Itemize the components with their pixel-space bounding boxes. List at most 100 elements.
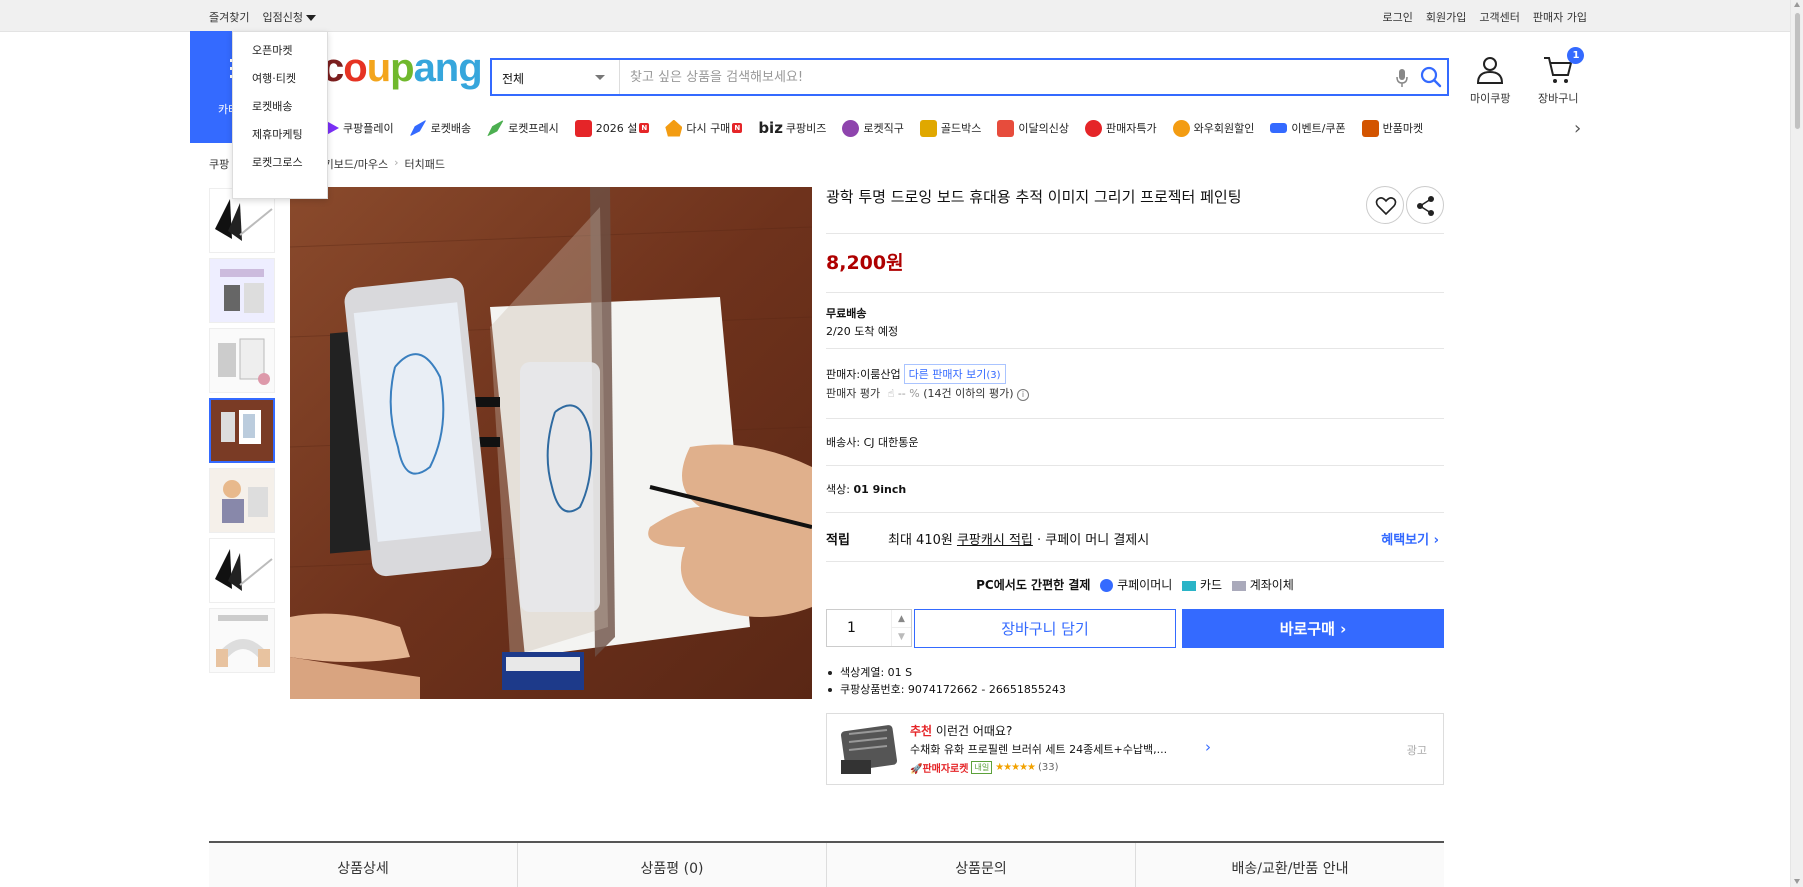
page-scrollbar[interactable]	[1790, 0, 1803, 887]
nav-label: 와우회원할인	[1193, 122, 1255, 135]
info-icon[interactable]: i	[1017, 389, 1029, 401]
scroll-down-icon[interactable]	[1794, 879, 1800, 884]
thumbnail-selected[interactable]	[209, 398, 275, 463]
payment-intro: PC에서도 간편한 결제	[976, 578, 1091, 592]
nav-item-event[interactable]: 이벤트/쿠폰	[1270, 120, 1346, 136]
payment-methods-row: PC에서도 간편한 결제 쿠페이머니 카드 계좌이체	[826, 576, 1444, 593]
search-category-value: 전체	[502, 72, 525, 86]
breadcrumb-home[interactable]: 쿠팡	[209, 156, 229, 172]
nav-label: 반품마켓	[1382, 122, 1424, 135]
ad-label: 광고	[1406, 744, 1427, 757]
nav-label: 다시 구매	[686, 122, 731, 135]
breadcrumb-keyboard-mouse[interactable]: 키보드/마우스	[324, 156, 388, 172]
dropdown-item-affiliate[interactable]: 제휴마케팅	[233, 125, 327, 153]
cart-button[interactable]: 1 장바구니	[1538, 47, 1585, 106]
coupang-cash-link[interactable]: 쿠팡캐시 적립	[957, 529, 1033, 548]
thumbnail[interactable]	[209, 468, 275, 533]
chevron-right-icon[interactable]: ›	[1205, 738, 1211, 756]
benefits-link[interactable]: 혜택보기 ›	[1381, 529, 1439, 548]
add-to-cart-button[interactable]: 장바구니 담기	[914, 609, 1176, 648]
signup-link[interactable]: 회원가입	[1426, 9, 1466, 25]
carrier-row: 배송사: CJ 대한통운	[826, 434, 918, 450]
scroll-up-icon[interactable]	[1794, 2, 1800, 7]
other-sellers-button[interactable]: 다른 판매자 보기(3)	[903, 364, 1006, 384]
thumbnail[interactable]	[209, 608, 275, 673]
user-icon	[1477, 57, 1504, 84]
dropdown-item-openmarket[interactable]: 오픈마켓	[233, 41, 327, 69]
color-option-row[interactable]: 색상: 01 9inch	[826, 481, 906, 497]
nav-label: 로켓배송	[430, 122, 472, 135]
quantity-decrease-icon[interactable]: ▼	[892, 628, 911, 646]
customer-center-link[interactable]: 고객센터	[1479, 9, 1519, 25]
recommendation-card[interactable]: 추천 이런건 어때요? 수채화 유화 프로필렌 브러쉬 세트 24종세트+수납백…	[826, 713, 1444, 785]
category-shortcut-nav: 쿠팡플레이 로켓배송 로켓프레시 2026 설N 다시 구매 N biz 쿠팡비즈 …	[322, 115, 1592, 141]
tab-reviews[interactable]: 상품평 (0)	[518, 843, 827, 887]
nav-item-fresh[interactable]: 로켓프레시	[487, 119, 559, 137]
vendor-apply-dropdown: 오픈마켓 여행·티켓 로켓배송 제휴마케팅 로켓그로스	[232, 31, 328, 199]
mycoupang-label: 마이쿠팡	[1470, 92, 1511, 105]
nav-item-global[interactable]: 로켓직구	[842, 119, 904, 137]
nav-item-returnmarket[interactable]: 반품마켓	[1361, 119, 1424, 137]
spec-item: 색상계열: 01 S	[826, 664, 1066, 681]
microphone-icon[interactable]	[1395, 68, 1409, 91]
nav-item-repurchase[interactable]: 다시 구매 N	[665, 119, 743, 137]
cart-label: 장바구니	[1538, 92, 1579, 105]
quantity-stepper[interactable]: 1 ▲ ▼	[826, 609, 912, 647]
divider	[826, 233, 1444, 234]
new-badge: N	[639, 123, 650, 133]
search-category-select[interactable]: 전체	[492, 60, 620, 94]
share-button[interactable]	[1406, 186, 1444, 224]
quantity-value[interactable]: 1	[847, 620, 856, 636]
nav-item-coupangplay[interactable]: 쿠팡플레이	[322, 119, 394, 137]
recommendation-meta: 🚀판매자로켓 내일 ★★★★★ (33)	[910, 760, 1059, 775]
breadcrumb-touchpad[interactable]: 터치패드	[405, 156, 445, 172]
tab-details[interactable]: 상품상세	[209, 843, 518, 887]
nav-item-goldbox[interactable]: 골드박스	[919, 119, 981, 137]
logo-letter: p	[390, 46, 414, 90]
coupang-logo[interactable]: coupang	[322, 46, 483, 90]
search-input[interactable]	[630, 60, 1370, 94]
recommendation-product-name[interactable]: 수채화 유화 프로필렌 브러쉬 세트 24종세트+수납백,...	[910, 741, 1167, 757]
share-icon	[1417, 196, 1434, 216]
vendor-apply-link[interactable]: 입점신청	[262, 9, 316, 25]
mycoupang-button[interactable]: 마이쿠팡	[1470, 55, 1510, 106]
thumbnail[interactable]	[209, 538, 275, 603]
top-utility-bar: 즐겨찾기 입점신청 로그인 회원가입 고객센터 판매자 가입	[0, 0, 1790, 32]
search-bar: 전체	[490, 58, 1449, 96]
nav-item-newarrival[interactable]: 이달의신상	[997, 119, 1069, 137]
buy-now-label: 바로구매	[1279, 620, 1335, 638]
nav-item-rocket[interactable]: 로켓배송	[409, 119, 472, 137]
nav-item-seollal[interactable]: 2026 설N	[574, 119, 650, 137]
seller-rocket-label: 판매자로켓	[922, 764, 969, 775]
wishlist-button[interactable]	[1366, 186, 1404, 224]
dropdown-item-growth[interactable]: 로켓그로스	[233, 153, 327, 181]
thumbnail[interactable]	[209, 258, 275, 323]
fresh-rocket-icon	[487, 119, 505, 137]
nav-item-biz[interactable]: biz 쿠팡비즈	[758, 119, 826, 137]
tab-shipping-returns[interactable]: 배송/교환/반품 안내	[1136, 843, 1444, 887]
tab-inquiries[interactable]: 상품문의	[827, 843, 1136, 887]
dropdown-item-travel[interactable]: 여행·티켓	[233, 69, 327, 97]
nav-next-arrow-icon[interactable]: ›	[1574, 118, 1581, 139]
main-product-image	[290, 187, 812, 699]
buy-now-button[interactable]: 바로구매 ›	[1182, 609, 1444, 648]
nav-item-sellerdeal[interactable]: 판매자특가	[1084, 119, 1157, 137]
logo-letter: ang	[413, 46, 483, 90]
recommendation-heading: 추천 이런건 어때요?	[910, 722, 1012, 739]
nav-label: 이달의신상	[1018, 122, 1069, 135]
search-icon[interactable]	[1420, 66, 1442, 91]
chevron-down-icon	[595, 75, 605, 80]
delivery-day-badge: 내일	[971, 761, 993, 774]
seller-label: 판매자:	[826, 368, 861, 381]
payment-method-bank: 계좌이체	[1249, 578, 1294, 592]
bookmark-link[interactable]: 즐겨찾기	[209, 9, 249, 25]
login-link[interactable]: 로그인	[1383, 9, 1413, 25]
scrollbar-thumb[interactable]	[1794, 12, 1801, 130]
thumbnail[interactable]	[209, 328, 275, 393]
quantity-increase-icon[interactable]: ▲	[892, 610, 911, 628]
shipping-type: 무료배송	[826, 307, 867, 320]
dropdown-item-rocket[interactable]: 로켓배송	[233, 97, 327, 125]
nav-item-wow[interactable]: 와우회원할인	[1172, 119, 1255, 137]
seller-name[interactable]: 이룸산업	[860, 366, 900, 382]
seller-signup-link[interactable]: 판매자 가입	[1533, 9, 1587, 25]
